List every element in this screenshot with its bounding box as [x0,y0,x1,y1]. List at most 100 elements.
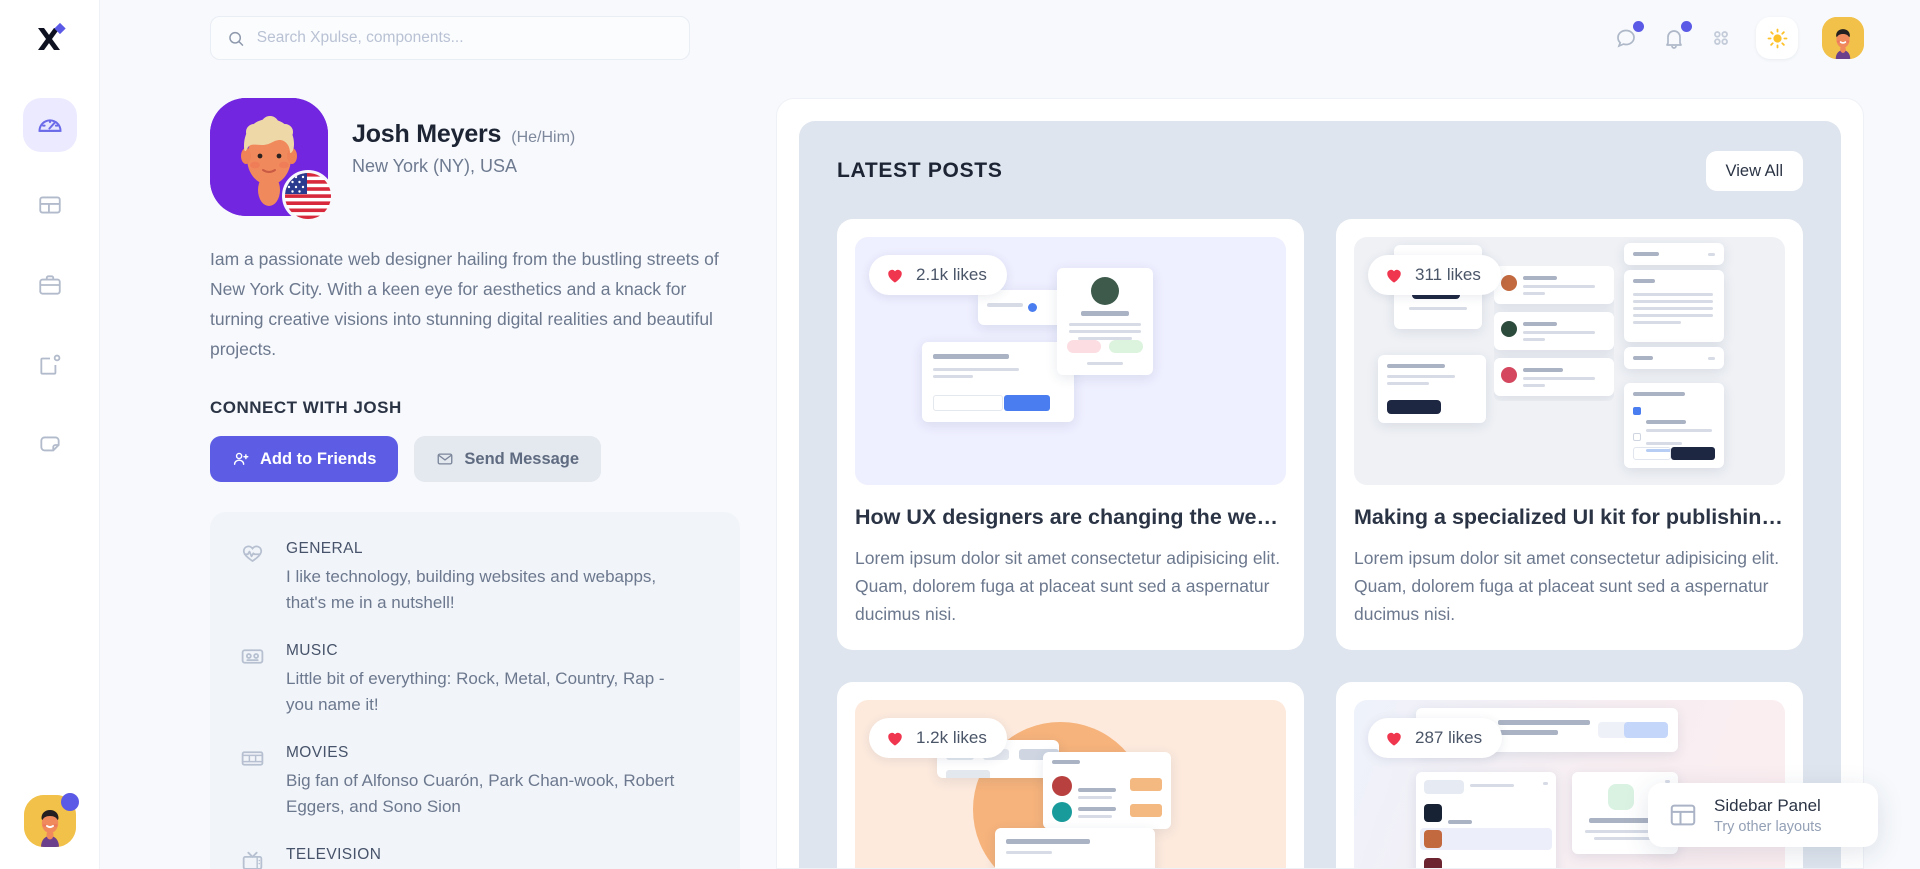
header-actions [1614,17,1864,59]
profile-column: Josh Meyers (He/Him) New York (NY), USA … [210,76,740,869]
interest-body: GENERAL I like technology, building webs… [286,540,686,616]
user-plus-icon [232,450,250,468]
send-message-label: Send Message [464,450,579,469]
interest-label: GENERAL [286,540,686,558]
briefcase-icon [37,272,63,298]
interest-item-movies: MOVIES Big fan of Alfonso Cuarón, Park C… [240,744,710,820]
cassette-tape-icon [240,642,266,718]
main-area: Josh Meyers (He/Him) New York (NY), USA … [100,0,1920,869]
post-card[interactable]: 2.1k likes [837,219,1304,650]
add-to-friends-label: Add to Friends [260,450,376,469]
television-icon [240,846,266,869]
us-flag-icon [285,173,331,219]
film-strip-icon [240,744,266,820]
apps-button[interactable] [1710,27,1732,49]
profile-name: Josh Meyers [352,120,501,149]
country-flag [282,170,334,222]
app-logo[interactable] [0,0,100,76]
thumb-mock-accordion-billing [1624,270,1724,342]
avatar-status-badge [61,793,79,811]
post-card[interactable]: 311 likes [1336,219,1803,650]
sidebar-user-avatar[interactable] [24,795,76,847]
profile-name-row: Josh Meyers (He/Him) [352,120,575,149]
notifications-badge [1681,21,1692,32]
profile-header: Josh Meyers (He/Him) New York (NY), USA [210,98,740,216]
sidebar-item-sticker[interactable] [23,418,77,472]
sidebar-item-dashboard[interactable] [23,98,77,152]
heart-icon [1384,266,1404,285]
sidebar-panel-subtitle: Try other layouts [1714,819,1821,835]
profile-location: New York (NY), USA [352,156,575,177]
theme-toggle-button[interactable] [1756,17,1798,59]
send-message-button[interactable]: Send Message [414,436,601,482]
profile-pronouns: (He/Him) [511,129,575,147]
likes-badge: 1.2k likes [869,718,1007,758]
heart-pulse-icon [240,540,266,616]
notifications-button[interactable] [1662,26,1686,50]
connect-heading: CONNECT WITH JOSH [210,398,740,418]
view-all-button[interactable]: View All [1706,151,1803,191]
interest-text: I like technology, building websites and… [286,564,686,616]
apps-grid-icon [1710,27,1732,49]
envelope-icon [436,450,454,468]
connect-buttons: Add to Friends Send Message [210,436,740,482]
sidebar-panel-popup[interactable]: Sidebar Panel Try other layouts [1648,783,1878,847]
post-thumbnail: 311 likes [1354,237,1785,485]
thumb-mock-accordion-plans [1624,347,1724,369]
post-card[interactable]: 1.2k likes [837,682,1304,868]
interest-label: MOVIES [286,744,686,762]
top-header [100,0,1920,76]
content-area: Josh Meyers (He/Him) New York (NY), USA … [100,76,1920,869]
likes-badge: 2.1k likes [869,255,1007,295]
thumb-mock-authors-card [1043,752,1171,829]
likes-count: 287 likes [1415,728,1482,748]
interest-body: MUSIC Little bit of everything: Rock, Me… [286,642,686,718]
likes-count: 311 likes [1415,265,1481,285]
thumb-mock-phone-card [1378,355,1486,423]
dashboard-speedometer-icon [36,111,64,139]
app-root: Josh Meyers (He/Him) New York (NY), USA … [0,0,1920,869]
sidebar-panel-title: Sidebar Panel [1714,796,1821,816]
post-title: How UX designers are changing the web… [855,505,1286,530]
interests-card: GENERAL I like technology, building webs… [210,512,740,869]
search-bar[interactable] [210,16,690,60]
sidebar-panel-text: Sidebar Panel Try other layouts [1714,796,1821,835]
layout-grid-icon [37,192,63,218]
interest-label: MUSIC [286,642,686,660]
thumb-mock-accordion-account [1624,243,1724,265]
interest-item-television: TELEVISION [240,846,710,869]
sidebar-item-notifications[interactable] [23,338,77,392]
add-to-friends-button[interactable]: Add to Friends [210,436,398,482]
sun-icon [1766,27,1789,50]
search-icon [227,29,245,48]
likes-badge: 311 likes [1368,255,1501,295]
heart-icon [885,729,905,748]
thumb-mock-publish-card [1624,383,1724,468]
profile-meta: Josh Meyers (He/Him) New York (NY), USA [352,98,575,177]
post-thumbnail: 2.1k likes [855,237,1286,485]
latest-posts-header: LATEST POSTS View All [837,151,1803,191]
interest-body: MOVIES Big fan of Alfonso Cuarón, Park C… [286,744,686,820]
heart-icon [1384,729,1404,748]
likes-count: 2.1k likes [916,265,987,285]
interest-text: Big fan of Alfonso Cuarón, Park Chan-woo… [286,768,686,820]
interest-text: Little bit of everything: Rock, Metal, C… [286,666,686,718]
search-input[interactable] [257,29,673,47]
messages-badge [1633,21,1644,32]
thumb-mock-message-request-dialog [1057,268,1153,375]
sidebar-item-layout[interactable] [23,178,77,232]
profile-avatar-button[interactable] [1822,17,1864,59]
messages-button[interactable] [1614,26,1638,50]
post-grid: 2.1k likes [837,219,1803,868]
sidebar-item-briefcase[interactable] [23,258,77,312]
window-notification-icon [37,352,63,378]
interest-label: TELEVISION [286,846,381,864]
post-thumbnail: 1.2k likes [855,700,1286,868]
interest-item-music: MUSIC Little bit of everything: Rock, Me… [240,642,710,718]
sidebar-layout-icon [1668,800,1698,830]
post-title: Making a specialized UI kit for publishi… [1354,505,1785,530]
interest-body: TELEVISION [286,846,381,869]
interest-item-general: GENERAL I like technology, building webs… [240,540,710,616]
sticker-note-icon [37,432,63,458]
thumb-mock-messages-list [1416,772,1556,868]
